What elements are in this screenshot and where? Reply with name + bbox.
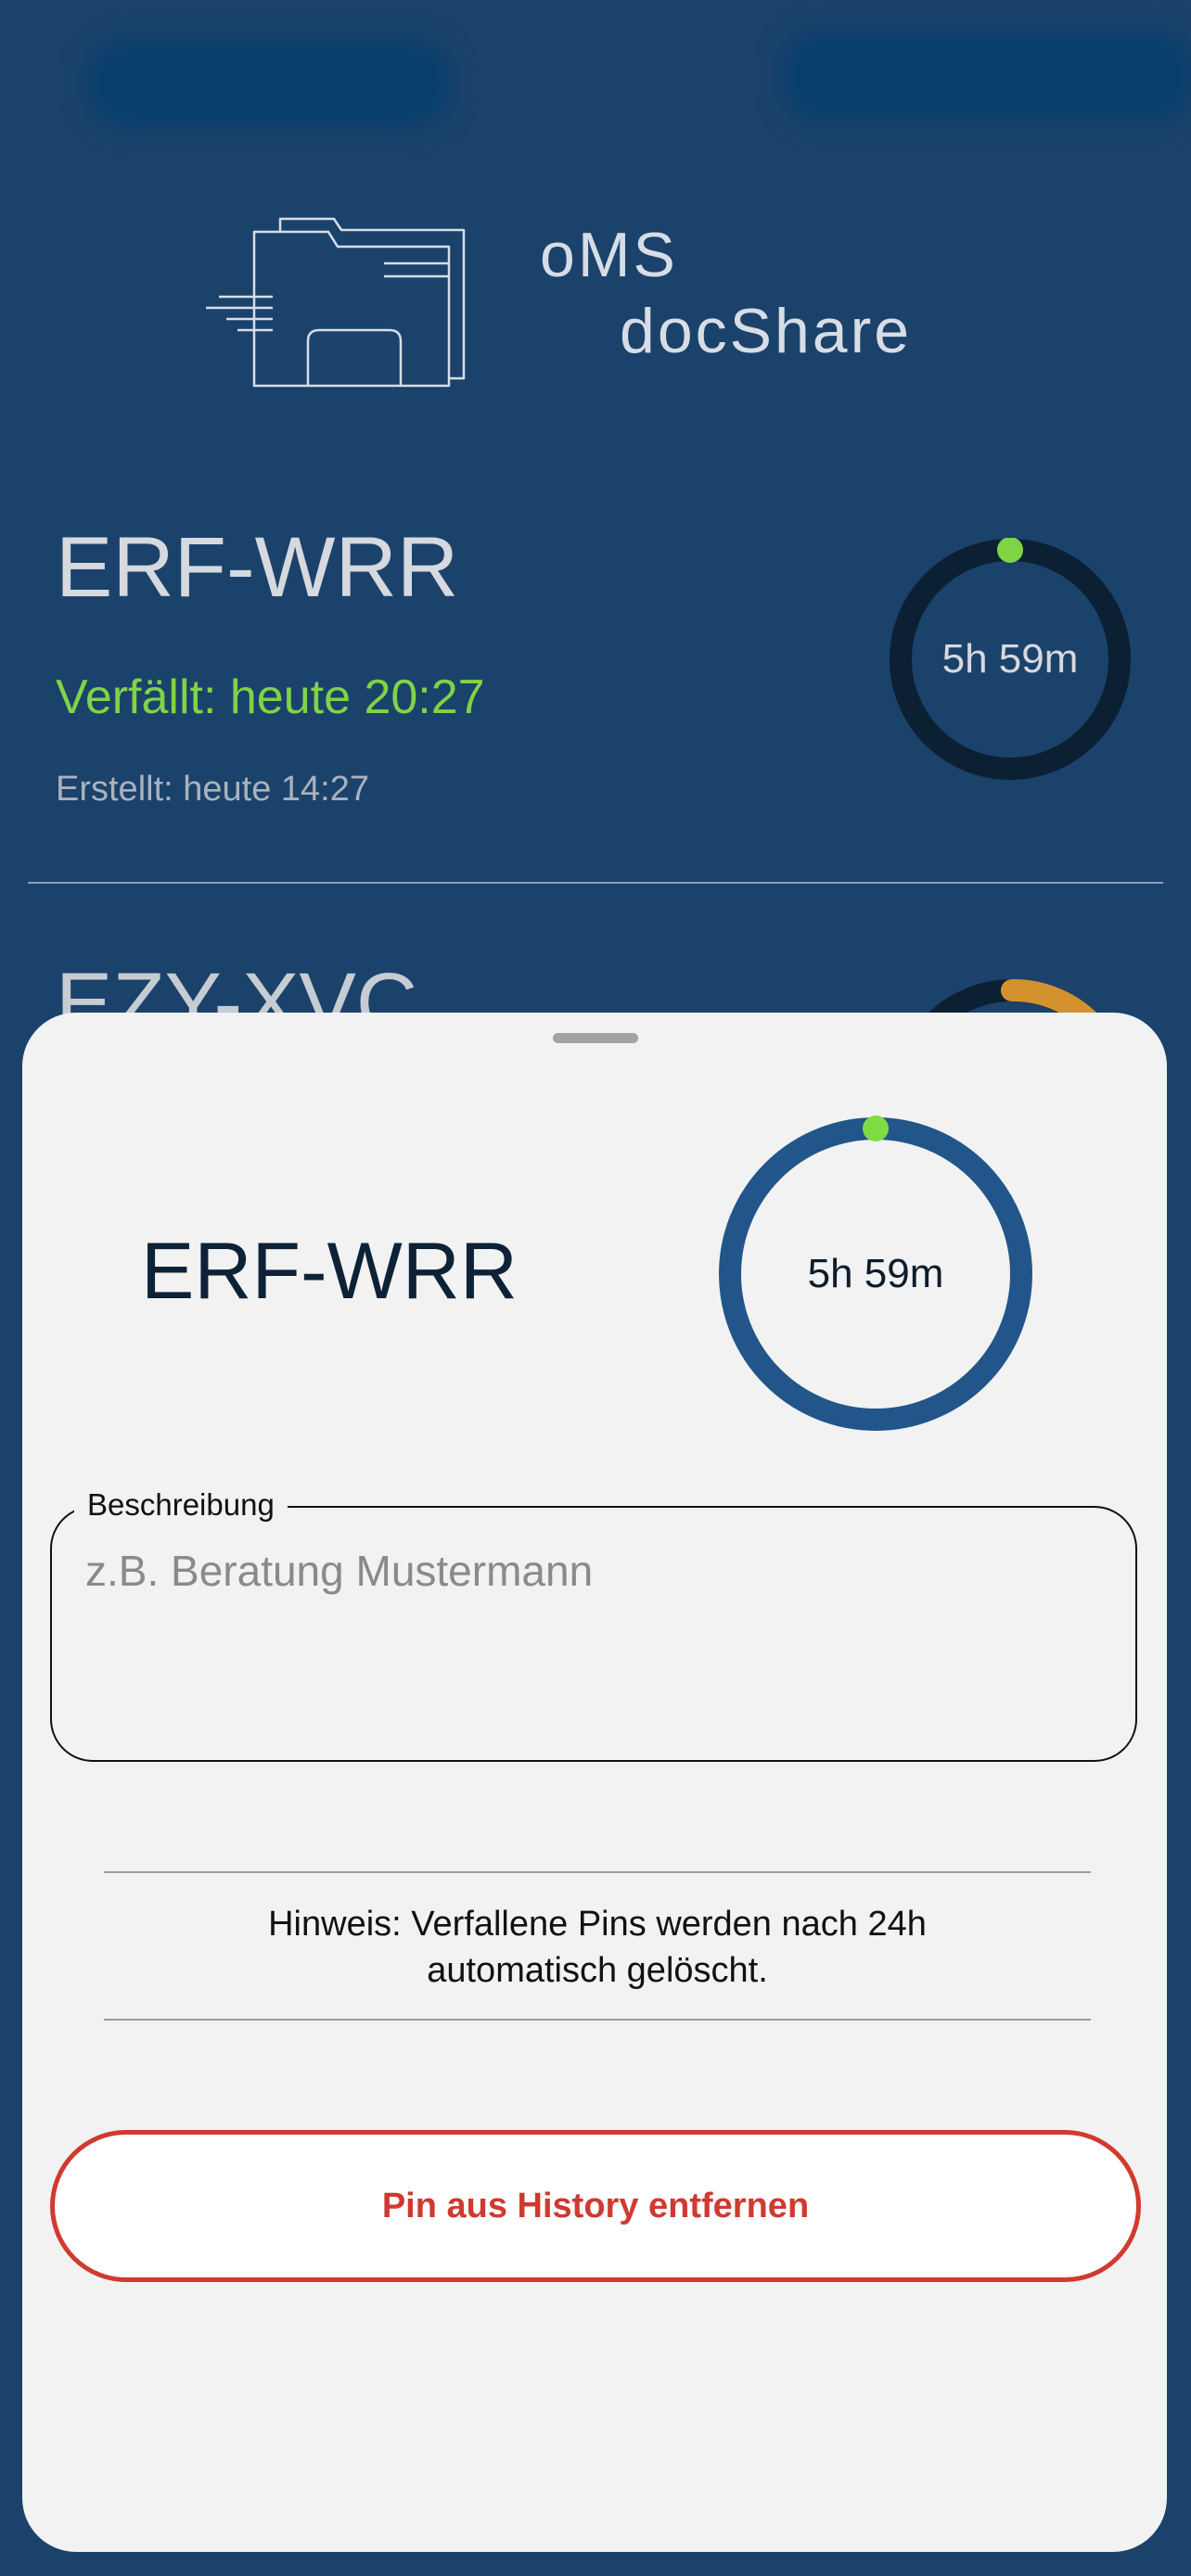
redacted-status-left xyxy=(88,42,450,125)
hint-divider-top xyxy=(104,1871,1091,1873)
description-field[interactable]: Beschreibung xyxy=(50,1487,1137,1762)
hint-divider-bottom xyxy=(104,2019,1091,2021)
hint-text: Hinweis: Verfallene Pins werden nach 24h… xyxy=(268,1905,927,1990)
sheet-countdown-label: 5h 59m xyxy=(807,1251,944,1296)
remove-pin-button[interactable]: Pin aus History entfernen xyxy=(50,2130,1141,2282)
brand-name-line2: docShare xyxy=(620,296,913,366)
redacted-status-right xyxy=(784,32,1191,121)
sheet-grabber[interactable] xyxy=(553,1033,638,1043)
background-pin-expiry: Verfällt: heute 20:27 xyxy=(56,670,485,724)
folder-icon xyxy=(206,217,466,388)
background-countdown-label: 5h 59m xyxy=(941,636,1079,682)
pin-detail-sheet: ERF-WRR 5h 59m Beschreibung Hinweis: Ver… xyxy=(22,1013,1167,2552)
description-input[interactable] xyxy=(83,1545,1098,1597)
description-label: Beschreibung xyxy=(74,1487,288,1523)
background-pin-created: Erstellt: heute 14:27 xyxy=(56,770,369,809)
sheet-pin-code: ERF-WRR xyxy=(141,1227,519,1316)
list-divider xyxy=(28,882,1163,884)
brand-name-line1: oMS xyxy=(540,220,678,290)
background-pin-code: ERF-WRR xyxy=(56,520,459,615)
